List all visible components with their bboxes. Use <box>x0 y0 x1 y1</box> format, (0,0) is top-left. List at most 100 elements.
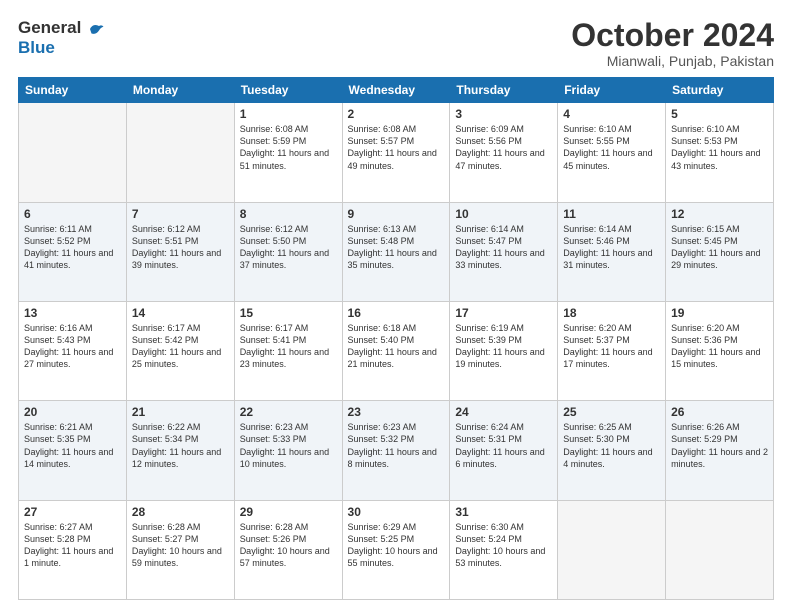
month-title: October 2024 <box>571 18 774 53</box>
day-info: Sunrise: 6:24 AMSunset: 5:31 PMDaylight:… <box>455 421 552 470</box>
logo-line2: Blue <box>18 38 105 58</box>
day-number: 23 <box>348 405 445 419</box>
calendar-cell <box>666 500 774 599</box>
day-info: Sunrise: 6:12 AMSunset: 5:50 PMDaylight:… <box>240 223 337 272</box>
day-number: 24 <box>455 405 552 419</box>
calendar-cell: 23 Sunrise: 6:23 AMSunset: 5:32 PMDayligh… <box>342 401 450 500</box>
day-number: 10 <box>455 207 552 221</box>
day-number: 14 <box>132 306 229 320</box>
day-info: Sunrise: 6:15 AMSunset: 5:45 PMDaylight:… <box>671 223 768 272</box>
calendar-cell: 13 Sunrise: 6:16 AMSunset: 5:43 PMDayligh… <box>19 301 127 400</box>
day-number: 8 <box>240 207 337 221</box>
calendar-cell: 25Sunrise: 6:25 AMSunset: 5:30 PMDayligh… <box>558 401 666 500</box>
day-info: Sunrise: 6:19 AMSunset: 5:39 PMDaylight:… <box>455 322 552 371</box>
calendar-cell: 21Sunrise: 6:22 AMSunset: 5:34 PMDayligh… <box>126 401 234 500</box>
calendar-cell: 15 Sunrise: 6:17 AMSunset: 5:41 PMDayligh… <box>234 301 342 400</box>
day-number: 3 <box>455 107 552 121</box>
calendar-cell: 12 Sunrise: 6:15 AMSunset: 5:45 PMDayligh… <box>666 202 774 301</box>
calendar-cell: 3 Sunrise: 6:09 AMSunset: 5:56 PMDaylight… <box>450 103 558 202</box>
calendar-cell: 5Sunrise: 6:10 AMSunset: 5:53 PMDaylight… <box>666 103 774 202</box>
day-info: Sunrise: 6:27 AMSunset: 5:28 PMDaylight:… <box>24 521 121 570</box>
day-number: 18 <box>563 306 660 320</box>
day-info: Sunrise: 6:26 AMSunset: 5:29 PMDaylight:… <box>671 421 768 470</box>
logo: General Blue <box>18 18 105 57</box>
logo-text: General Blue <box>18 18 105 57</box>
day-info: Sunrise: 6:16 AMSunset: 5:43 PMDaylight:… <box>24 322 121 371</box>
day-number: 29 <box>240 505 337 519</box>
day-info: Sunrise: 6:20 AMSunset: 5:36 PMDaylight:… <box>671 322 768 371</box>
day-number: 2 <box>348 107 445 121</box>
calendar-cell: 7 Sunrise: 6:12 AMSunset: 5:51 PMDaylight… <box>126 202 234 301</box>
calendar-cell: 17 Sunrise: 6:19 AMSunset: 5:39 PMDayligh… <box>450 301 558 400</box>
day-info: Sunrise: 6:13 AMSunset: 5:48 PMDaylight:… <box>348 223 445 272</box>
day-info: Sunrise: 6:22 AMSunset: 5:34 PMDaylight:… <box>132 421 229 470</box>
calendar-table: Sunday Monday Tuesday Wednesday Thursday… <box>18 77 774 600</box>
col-sunday: Sunday <box>19 78 127 103</box>
logo-line1: General <box>18 18 105 38</box>
day-number: 25 <box>563 405 660 419</box>
title-area: October 2024 Mianwali, Punjab, Pakistan <box>571 18 774 69</box>
col-thursday: Thursday <box>450 78 558 103</box>
calendar-cell: 31Sunrise: 6:30 AMSunset: 5:24 PMDayligh… <box>450 500 558 599</box>
col-saturday: Saturday <box>666 78 774 103</box>
col-friday: Friday <box>558 78 666 103</box>
calendar-cell: 29 Sunrise: 6:28 AMSunset: 5:26 PMDayligh… <box>234 500 342 599</box>
day-number: 31 <box>455 505 552 519</box>
calendar-header-row: Sunday Monday Tuesday Wednesday Thursday… <box>19 78 774 103</box>
day-info: Sunrise: 6:17 AMSunset: 5:41 PMDaylight:… <box>240 322 337 371</box>
day-number: 11 <box>563 207 660 221</box>
page: General Blue October 2024 Mianwali, Punj… <box>0 0 792 612</box>
calendar-cell: 19 Sunrise: 6:20 AMSunset: 5:36 PMDayligh… <box>666 301 774 400</box>
day-number: 9 <box>348 207 445 221</box>
day-number: 7 <box>132 207 229 221</box>
day-info: Sunrise: 6:12 AMSunset: 5:51 PMDaylight:… <box>132 223 229 272</box>
calendar-cell: 26Sunrise: 6:26 AMSunset: 5:29 PMDayligh… <box>666 401 774 500</box>
day-info: Sunrise: 6:29 AMSunset: 5:25 PMDaylight:… <box>348 521 445 570</box>
day-info: Sunrise: 6:10 AMSunset: 5:55 PMDaylight:… <box>563 123 660 172</box>
day-info: Sunrise: 6:23 AMSunset: 5:32 PMDaylight:… <box>348 421 445 470</box>
calendar-week-2: 6Sunrise: 6:11 AMSunset: 5:52 PMDaylight… <box>19 202 774 301</box>
calendar-cell: 10 Sunrise: 6:14 AMSunset: 5:47 PMDayligh… <box>450 202 558 301</box>
calendar-cell: 30Sunrise: 6:29 AMSunset: 5:25 PMDayligh… <box>342 500 450 599</box>
day-info: Sunrise: 6:17 AMSunset: 5:42 PMDaylight:… <box>132 322 229 371</box>
day-number: 12 <box>671 207 768 221</box>
calendar-cell: 22 Sunrise: 6:23 AMSunset: 5:33 PMDayligh… <box>234 401 342 500</box>
day-number: 1 <box>240 107 337 121</box>
col-wednesday: Wednesday <box>342 78 450 103</box>
day-info: Sunrise: 6:23 AMSunset: 5:33 PMDaylight:… <box>240 421 337 470</box>
day-number: 28 <box>132 505 229 519</box>
day-number: 16 <box>348 306 445 320</box>
calendar-cell: 24 Sunrise: 6:24 AMSunset: 5:31 PMDayligh… <box>450 401 558 500</box>
day-number: 13 <box>24 306 121 320</box>
calendar-cell: 27Sunrise: 6:27 AMSunset: 5:28 PMDayligh… <box>19 500 127 599</box>
day-info: Sunrise: 6:20 AMSunset: 5:37 PMDaylight:… <box>563 322 660 371</box>
calendar-week-4: 20 Sunrise: 6:21 AMSunset: 5:35 PMDayligh… <box>19 401 774 500</box>
day-info: Sunrise: 6:08 AMSunset: 5:57 PMDaylight:… <box>348 123 445 172</box>
calendar-cell: 6Sunrise: 6:11 AMSunset: 5:52 PMDaylight… <box>19 202 127 301</box>
calendar-cell: 1 Sunrise: 6:08 AMSunset: 5:59 PMDaylight… <box>234 103 342 202</box>
day-info: Sunrise: 6:28 AMSunset: 5:27 PMDaylight:… <box>132 521 229 570</box>
calendar-cell <box>19 103 127 202</box>
calendar-cell: 14 Sunrise: 6:17 AMSunset: 5:42 PMDayligh… <box>126 301 234 400</box>
day-number: 15 <box>240 306 337 320</box>
day-info: Sunrise: 6:28 AMSunset: 5:26 PMDaylight:… <box>240 521 337 570</box>
day-number: 6 <box>24 207 121 221</box>
day-info: Sunrise: 6:21 AMSunset: 5:35 PMDaylight:… <box>24 421 121 470</box>
day-number: 20 <box>24 405 121 419</box>
calendar-cell: 11 Sunrise: 6:14 AMSunset: 5:46 PMDayligh… <box>558 202 666 301</box>
day-number: 17 <box>455 306 552 320</box>
day-info: Sunrise: 6:14 AMSunset: 5:46 PMDaylight:… <box>563 223 660 272</box>
day-info: Sunrise: 6:14 AMSunset: 5:47 PMDaylight:… <box>455 223 552 272</box>
day-info: Sunrise: 6:08 AMSunset: 5:59 PMDaylight:… <box>240 123 337 172</box>
calendar-week-3: 13 Sunrise: 6:16 AMSunset: 5:43 PMDayligh… <box>19 301 774 400</box>
logo-bird-icon <box>87 20 105 38</box>
col-tuesday: Tuesday <box>234 78 342 103</box>
calendar-cell: 16 Sunrise: 6:18 AMSunset: 5:40 PMDayligh… <box>342 301 450 400</box>
day-info: Sunrise: 6:09 AMSunset: 5:56 PMDaylight:… <box>455 123 552 172</box>
day-number: 22 <box>240 405 337 419</box>
day-number: 19 <box>671 306 768 320</box>
calendar-cell <box>558 500 666 599</box>
calendar-cell <box>126 103 234 202</box>
calendar-week-5: 27Sunrise: 6:27 AMSunset: 5:28 PMDayligh… <box>19 500 774 599</box>
day-info: Sunrise: 6:18 AMSunset: 5:40 PMDaylight:… <box>348 322 445 371</box>
